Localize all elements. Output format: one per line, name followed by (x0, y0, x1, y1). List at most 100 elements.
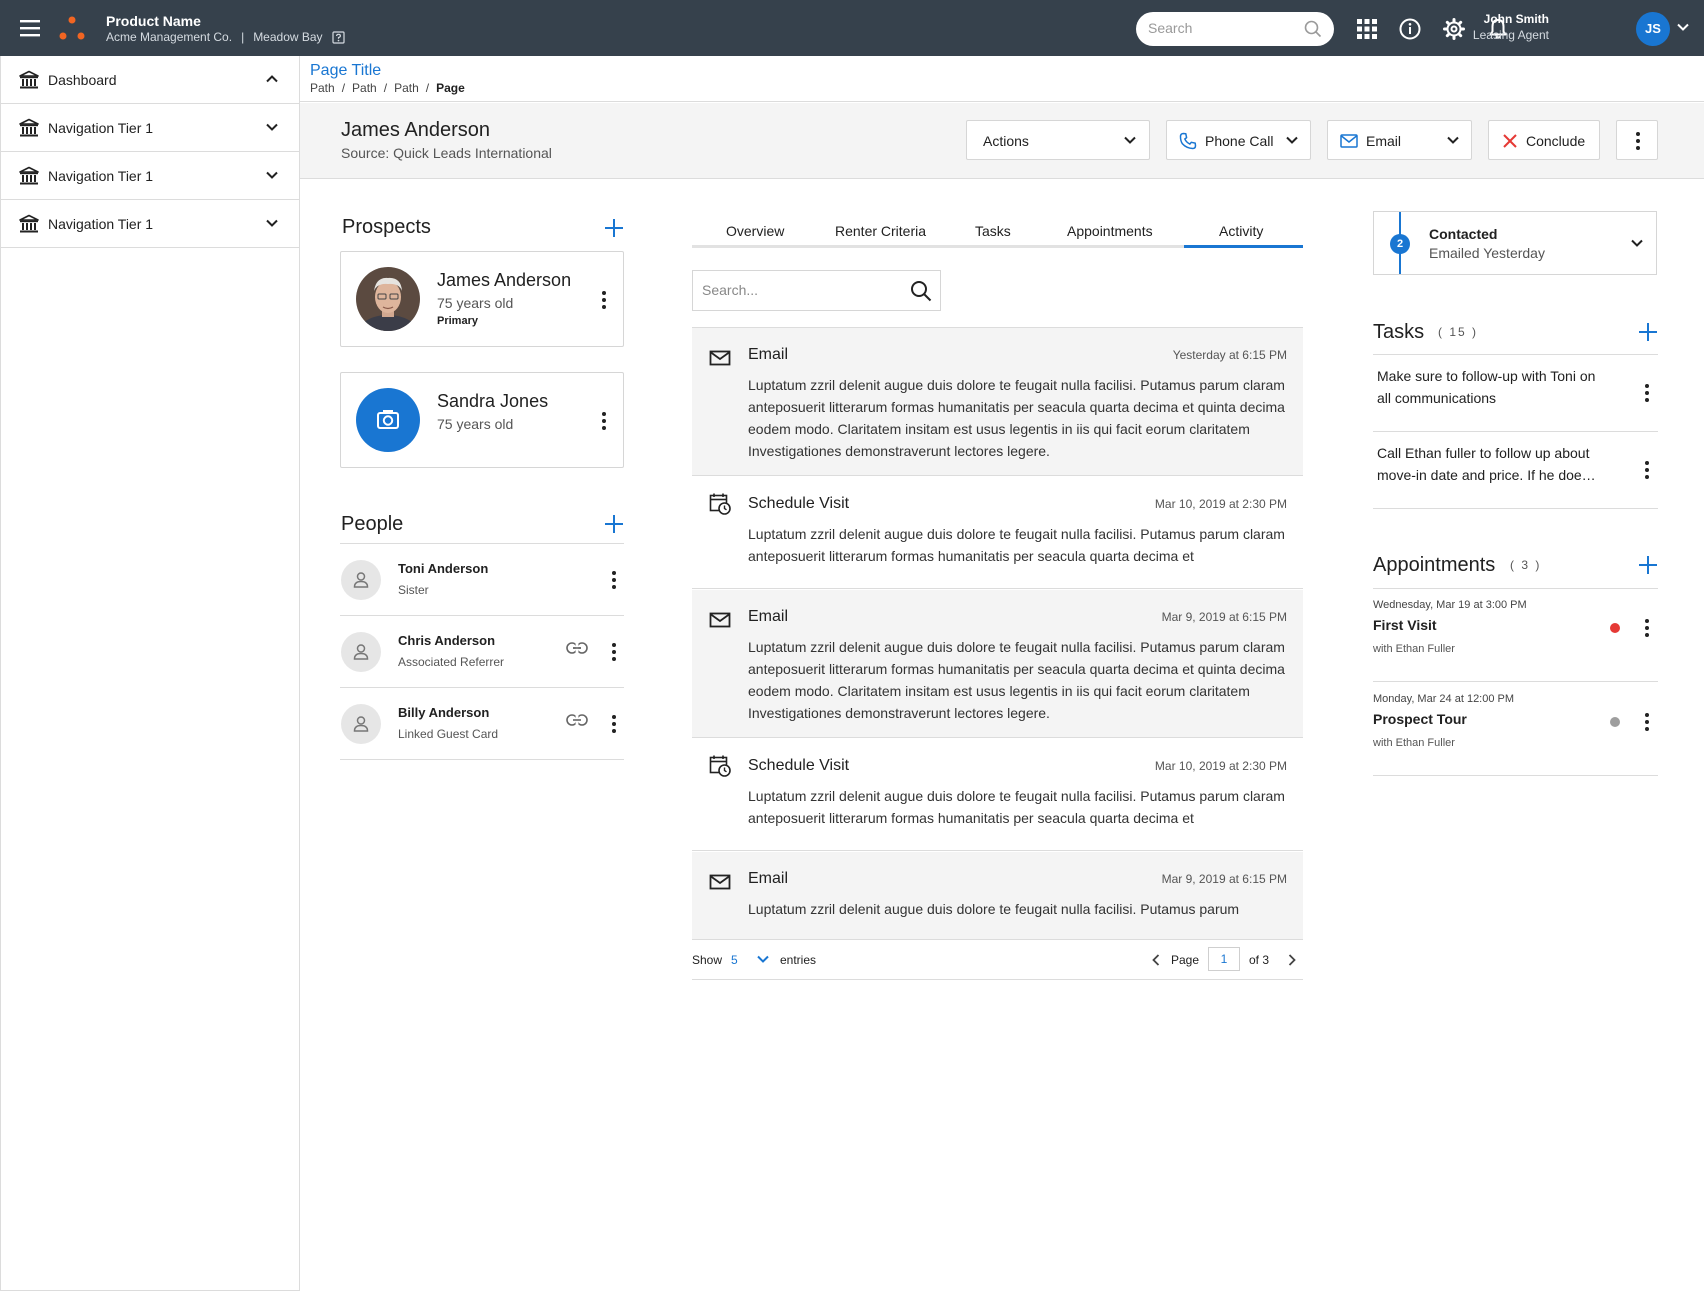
person-icon (353, 572, 369, 588)
person-avatar (341, 560, 381, 600)
people-title: People (341, 513, 404, 535)
kebab-menu-icon[interactable] (604, 712, 624, 736)
chevron-down-icon (265, 122, 279, 132)
kebab-menu-icon[interactable] (1637, 458, 1657, 482)
status-dot (1610, 717, 1620, 727)
activity-title: Email (748, 346, 789, 363)
kebab-menu-icon[interactable] (604, 568, 624, 592)
help-icon[interactable] (331, 30, 345, 44)
entries-count-select[interactable]: 5 (731, 953, 738, 967)
lead-status-dropdown[interactable]: 2 Contacted Emailed Yesterday (1373, 211, 1657, 275)
chevron-down-icon[interactable] (756, 954, 770, 964)
activity-search-input[interactable] (702, 282, 892, 298)
person-relation: Linked Guest Card (398, 727, 499, 741)
sidebar-item-navigation-tier-1[interactable]: Navigation Tier 1 (1, 152, 299, 200)
activity-item-email[interactable]: Email Mar 9, 2019 at 6:15 PM Luptatum zz… (692, 590, 1303, 738)
breadcrumb-separator: / (383, 81, 388, 95)
person-row[interactable]: Toni Anderson Sister (340, 544, 624, 616)
activity-item-schedule-visit[interactable]: Schedule Visit Mar 10, 2019 at 2:30 PM L… (692, 477, 1303, 589)
breadcrumb: Path / Path / Path / Page (310, 80, 472, 96)
breadcrumb-separator: / (341, 81, 346, 95)
add-prospect-plus-icon[interactable] (604, 218, 624, 238)
tab-activity[interactable]: Activity (1219, 222, 1263, 240)
person-relation: Associated Referrer (398, 655, 505, 669)
record-name: James Anderson (341, 119, 490, 141)
sidebar-item-dashboard[interactable]: Dashboard (1, 56, 299, 104)
user-menu-chevron-down-icon[interactable] (1676, 22, 1690, 32)
prospect-age: 75 years old (437, 295, 514, 311)
link-icon[interactable] (566, 642, 588, 654)
chevron-up-icon (265, 74, 279, 84)
appointment-item[interactable]: Monday, Mar 24 at 12:00 PM Prospect Tour… (1373, 682, 1658, 776)
activity-pagination: Show 5 entries Page 1 of 3 (692, 940, 1303, 980)
appointment-item[interactable]: Wednesday, Mar 19 at 3:00 PM First Visit… (1373, 588, 1658, 682)
info-icon[interactable] (1398, 17, 1422, 41)
user-name[interactable]: John Smith (1484, 12, 1549, 27)
kebab-menu-icon[interactable] (594, 409, 614, 433)
link-icon[interactable] (566, 714, 588, 726)
search-icon[interactable] (910, 280, 932, 302)
prospect-card[interactable]: Sandra Jones 75 years old (340, 372, 624, 468)
chevron-left-icon[interactable] (1151, 953, 1161, 967)
add-task-plus-icon[interactable] (1638, 322, 1658, 342)
page-number-input[interactable]: 1 (1208, 947, 1240, 971)
bank-icon (19, 70, 39, 90)
prospect-photo (356, 267, 420, 331)
task-item[interactable]: Call Ethan fuller to follow up about mov… (1373, 432, 1658, 509)
more-options-button[interactable] (1616, 120, 1658, 160)
product-logo[interactable] (57, 14, 87, 42)
phone-call-label: Phone Call (1205, 133, 1274, 149)
prospect-card[interactable]: James Anderson 75 years old Primary (340, 251, 624, 347)
appointment-title: Prospect Tour (1373, 711, 1467, 727)
kebab-menu-icon[interactable] (1637, 616, 1657, 640)
user-avatar[interactable]: JS (1636, 12, 1670, 46)
sidebar-item-label: Dashboard (48, 72, 117, 88)
conclude-button[interactable]: Conclude (1488, 120, 1600, 160)
activity-date: Mar 10, 2019 at 2:30 PM (1154, 497, 1287, 511)
breadcrumb-link[interactable]: Path (394, 80, 419, 96)
bank-icon (19, 214, 39, 234)
grid-icon[interactable] (1355, 17, 1379, 41)
phone-call-button[interactable]: Phone Call (1166, 120, 1311, 160)
person-row[interactable]: Chris Anderson Associated Referrer (340, 616, 624, 688)
activity-body: Luptatum zzril delenit augue duis dolore… (748, 788, 1285, 826)
breadcrumb-current: Page (436, 81, 465, 95)
mail-icon (1340, 133, 1358, 149)
task-item[interactable]: Make sure to follow-up with Toni on all … (1373, 355, 1658, 432)
kebab-menu-icon[interactable] (1637, 381, 1657, 405)
sidebar-item-navigation-tier-1[interactable]: Navigation Tier 1 (1, 200, 299, 248)
email-button[interactable]: Email (1327, 120, 1472, 160)
kebab-menu-icon[interactable] (604, 640, 624, 664)
page-header: Page Title Path / Path / Path / Page (300, 56, 1704, 102)
tab-tasks[interactable]: Tasks (975, 222, 1011, 240)
global-search-input[interactable] (1148, 20, 1298, 36)
search-icon[interactable] (1304, 20, 1322, 38)
actions-dropdown[interactable]: Actions (966, 120, 1150, 160)
hamburger-menu-icon[interactable] (18, 17, 42, 39)
tab-appointments[interactable]: Appointments (1067, 222, 1153, 240)
kebab-menu-icon[interactable] (1637, 710, 1657, 734)
property-name[interactable]: Meadow Bay (253, 30, 322, 44)
kebab-menu-icon[interactable] (594, 288, 614, 312)
sidebar-item-navigation-tier-1[interactable]: Navigation Tier 1 (1, 104, 299, 152)
tab-overview[interactable]: Overview (726, 222, 784, 240)
add-appointment-plus-icon[interactable] (1638, 555, 1658, 575)
add-person-plus-icon[interactable] (604, 514, 624, 534)
status-step-badge: 2 (1390, 234, 1410, 254)
gear-icon[interactable] (1442, 17, 1466, 41)
breadcrumb-link[interactable]: Path (310, 80, 335, 96)
activity-item-email[interactable]: Email Mar 9, 2019 at 6:15 PM Luptatum zz… (692, 852, 1303, 940)
person-row[interactable]: Billy Anderson Linked Guest Card (340, 688, 624, 760)
calendar-clock-icon (709, 755, 731, 777)
activity-body: Luptatum zzril delenit augue duis dolore… (748, 526, 1285, 564)
phone-icon (1179, 132, 1197, 150)
tab-renter-criteria[interactable]: Renter Criteria (835, 222, 926, 240)
activity-item-email[interactable]: Email Yesterday at 6:15 PM Luptatum zzri… (692, 327, 1303, 476)
chevron-down-icon (1285, 135, 1299, 145)
page-title[interactable]: Page Title (310, 61, 381, 81)
activity-body: Luptatum zzril delenit augue duis dolore… (748, 901, 1240, 917)
camera-icon[interactable] (356, 388, 420, 452)
breadcrumb-link[interactable]: Path (352, 80, 377, 96)
chevron-right-icon[interactable] (1287, 953, 1297, 967)
activity-item-schedule-visit[interactable]: Schedule Visit Mar 10, 2019 at 2:30 PM L… (692, 739, 1303, 851)
